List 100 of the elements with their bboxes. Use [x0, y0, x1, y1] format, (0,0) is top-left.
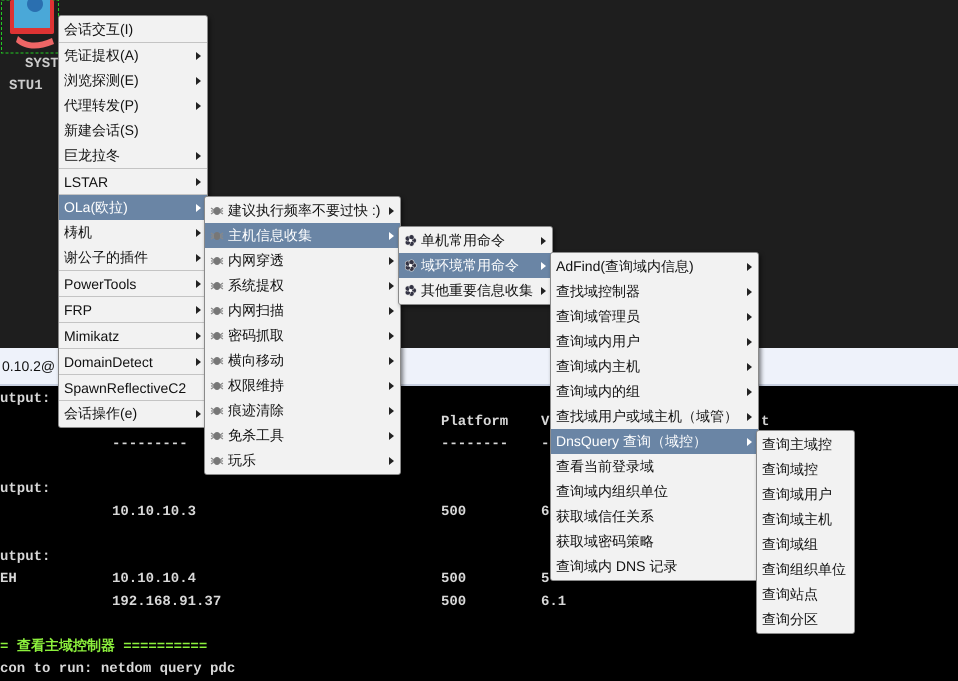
submenu-arrow-icon — [389, 206, 394, 214]
menu-item[interactable]: 查询组织单位 — [757, 557, 854, 582]
submenu-arrow-icon — [389, 256, 394, 264]
menu-item[interactable]: 查找域控制器 — [551, 279, 758, 304]
menu-item[interactable]: 查询域内 DNS 记录 — [551, 554, 758, 579]
menu-item[interactable]: 查询域主机 — [757, 507, 854, 532]
menu-item[interactable]: 查询域控 — [757, 457, 854, 482]
submenu-arrow-icon — [196, 228, 201, 236]
computer-icon[interactable] — [0, 0, 60, 55]
console-text: 10.10.10.3 — [112, 502, 198, 521]
bug-icon — [210, 380, 224, 392]
menu-item[interactable]: 查询域管理员 — [551, 304, 758, 329]
menu-item[interactable]: 单机常用命令 — [399, 228, 552, 253]
console-heading: = 查看主域控制器 ========== — [0, 638, 208, 656]
submenu-arrow-icon — [747, 362, 752, 370]
menu-item[interactable]: AdFind(查询域内信息) — [551, 254, 758, 279]
submenu-arrow-icon — [747, 388, 752, 396]
menu-item[interactable]: 查询分区 — [757, 607, 854, 632]
submenu-arrow-icon — [389, 306, 394, 314]
bug-icon — [210, 430, 224, 442]
menu-item[interactable]: 代理转发(P) — [59, 93, 207, 118]
console-text: 10.10.10.4 — [112, 570, 198, 588]
menu-item[interactable]: 查询域组 — [757, 532, 854, 557]
menu-item[interactable]: 痕迹清除 — [205, 398, 400, 423]
host-label: STU1 — [9, 78, 43, 94]
menu-item[interactable]: 梼机 — [59, 220, 207, 245]
console-text: Platform — [441, 412, 510, 431]
console-text: 6.1 — [541, 592, 568, 611]
menu-item[interactable]: 内网穿透 — [205, 248, 400, 273]
session-tab[interactable]: 0.10.2@ — [0, 348, 60, 384]
flower-icon — [404, 234, 417, 247]
console-text: con to run: netdom query pdc — [0, 660, 236, 678]
bug-icon — [210, 230, 224, 242]
submenu-arrow-icon — [389, 332, 394, 340]
menu-item[interactable]: 新建会话(S) — [59, 118, 207, 143]
menu-item[interactable]: 查找域用户或域主机（域管） — [551, 404, 758, 429]
menu-item[interactable]: 密码抓取 — [205, 323, 400, 348]
menu-item[interactable]: 系统提权 — [205, 273, 400, 298]
menu-item[interactable]: 获取域信任关系 — [551, 504, 758, 529]
submenu-arrow-icon — [747, 312, 752, 320]
menu-item[interactable]: 内网扫描 — [205, 298, 400, 323]
submenu-arrow-icon — [389, 356, 394, 364]
flower-icon — [404, 284, 417, 297]
menu-item[interactable]: 获取域密码策略 — [551, 529, 758, 554]
submenu-arrow-icon — [196, 410, 201, 418]
submenu-arrow-icon — [747, 412, 752, 420]
menu-item[interactable]: 查询主域控 — [757, 432, 854, 457]
submenu-arrow-icon — [541, 286, 546, 294]
submenu-arrow-icon — [196, 52, 201, 60]
submenu-arrow-icon — [196, 76, 201, 84]
menu-item[interactable]: 其他重要信息收集 — [399, 278, 552, 303]
menu-item[interactable]: DnsQuery 查询（域控） — [551, 429, 758, 454]
console-text: t — [761, 412, 770, 431]
menu-item[interactable]: 玩乐 — [205, 448, 400, 473]
menu-item[interactable]: 查询站点 — [757, 582, 854, 607]
console-text: --------- — [112, 435, 189, 454]
bug-icon — [210, 280, 224, 292]
console-text: 6 — [541, 502, 550, 521]
console-text: EH — [0, 570, 18, 588]
submenu-arrow-icon — [747, 262, 752, 270]
menu-item[interactable]: 横向移动 — [205, 348, 400, 373]
submenu-arrow-icon — [389, 282, 394, 290]
submenu-arrow-icon — [196, 280, 201, 288]
submenu-arrow-icon — [389, 232, 394, 240]
menu-item[interactable]: 查询域内主机 — [551, 354, 758, 379]
menu-item[interactable]: 巨龙拉冬 — [59, 143, 207, 169]
bug-icon — [210, 454, 224, 466]
console-text: 500 — [441, 570, 468, 588]
console-text: utput: — [0, 548, 52, 566]
submenu-arrow-icon — [389, 406, 394, 414]
submenu-arrow-icon — [747, 338, 752, 346]
menu-item[interactable]: 会话操作(e) — [59, 401, 207, 426]
submenu-arrow-icon — [389, 456, 394, 464]
console-text: -------- — [441, 435, 510, 454]
menu-item[interactable]: 查看当前登录域 — [551, 454, 758, 479]
console-text: utput: — [0, 480, 52, 498]
submenu-arrow-icon — [747, 288, 752, 296]
console-text: utput: — [0, 390, 52, 408]
bug-icon — [210, 354, 224, 366]
user-label: SYST — [25, 56, 59, 72]
bug-icon — [210, 204, 224, 216]
menu-item[interactable]: 凭证提权(A) — [59, 43, 207, 68]
submenu-arrow-icon — [747, 438, 752, 446]
menu-item[interactable]: 查询域内用户 — [551, 329, 758, 354]
submenu-arrow-icon — [541, 236, 546, 244]
bug-icon — [210, 254, 224, 266]
menu-item[interactable]: OLa(欧拉) — [59, 195, 207, 220]
console-text: 500 — [441, 502, 468, 521]
submenu-arrow-icon — [196, 254, 201, 262]
menu-item[interactable]: 查询域内组织单位 — [551, 479, 758, 504]
menu-item[interactable]: 会话交互(I) — [59, 17, 207, 43]
menu-item[interactable]: 查询域用户 — [757, 482, 854, 507]
menu-item[interactable]: 建议执行频率不要过快 :) — [205, 198, 400, 223]
menu-item[interactable]: 查询域内的组 — [551, 379, 758, 404]
submenu-arrow-icon — [196, 332, 201, 340]
menu-item[interactable]: 域环境常用命令 — [399, 253, 552, 278]
menu-item[interactable]: 免杀工具 — [205, 423, 400, 448]
menu-item[interactable]: 浏览探测(E) — [59, 68, 207, 93]
menu-item[interactable]: 权限维持 — [205, 373, 400, 398]
menu-item[interactable]: 主机信息收集 — [205, 223, 400, 248]
